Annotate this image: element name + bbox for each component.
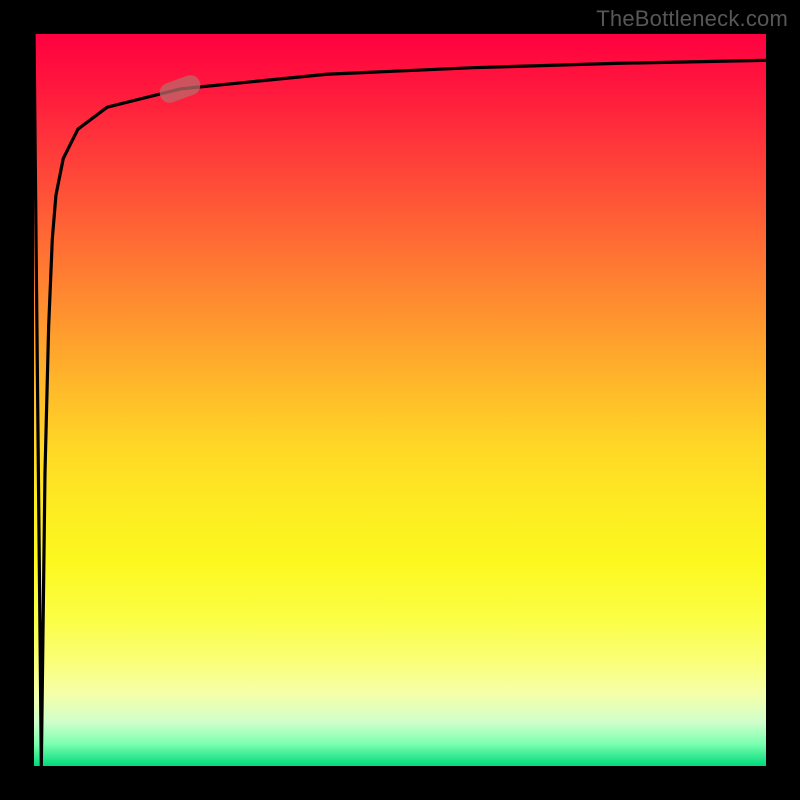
attribution-label: TheBottleneck.com xyxy=(596,6,788,32)
bottleneck-curve-path xyxy=(34,34,766,766)
curve-svg xyxy=(34,34,766,766)
chart-plot-area xyxy=(34,34,766,766)
